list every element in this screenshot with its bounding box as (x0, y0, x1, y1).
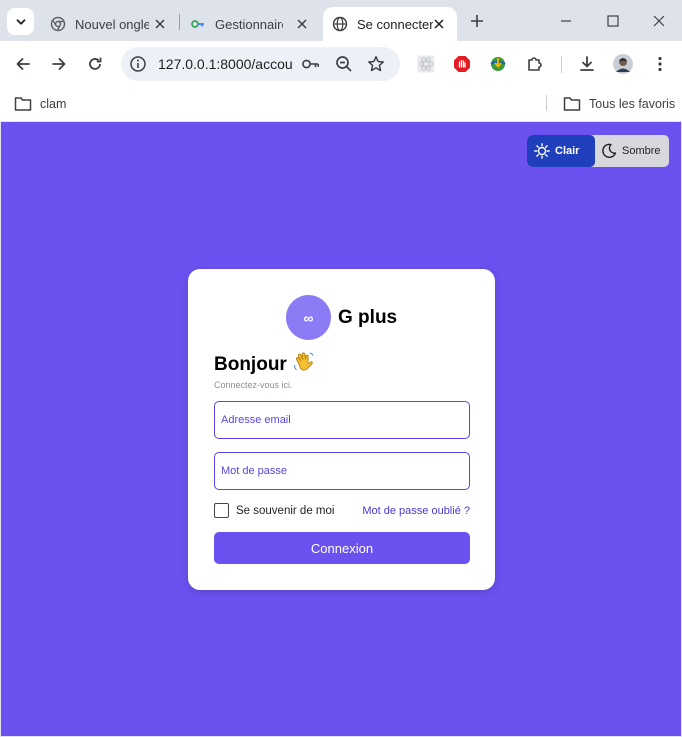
light-theme-button[interactable]: Clair (527, 135, 595, 167)
extensions-puzzle-icon[interactable] (525, 54, 545, 74)
login-button[interactable]: Connexion (214, 532, 470, 564)
address-bar[interactable]: 127.0.0.1:8000/accounts/login/ (121, 47, 400, 81)
subtitle: Connectez-vous ici. (214, 380, 293, 390)
close-icon (653, 15, 665, 27)
brand-name: G plus (338, 306, 398, 328)
remember-me-checkbox[interactable] (214, 503, 229, 518)
folder-icon (563, 97, 581, 111)
browser-toolbar: 127.0.0.1:8000/accounts/login/ (0, 41, 682, 87)
chrome-icon (50, 16, 66, 32)
back-button[interactable] (11, 52, 35, 76)
waving-hand-icon (293, 351, 315, 379)
login-card: ∞ G plus Bonjour Connectez-vous ici. Se … (188, 269, 495, 590)
new-tab-button[interactable] (467, 11, 487, 31)
forgot-password-link[interactable]: Mot de passe oublié ? (362, 505, 470, 517)
bookmarks-bar: clam Tous les favoris (0, 87, 682, 122)
close-window-button[interactable] (649, 11, 669, 31)
login-page: Clair Sombre ∞ G plus Bonjour Connectez-… (1, 122, 681, 736)
bookmark-label: Tous les favoris (589, 97, 676, 111)
download-icon[interactable] (577, 54, 597, 74)
bookmark-star-icon[interactable] (367, 55, 385, 73)
maximize-icon (607, 15, 619, 27)
tab-new-tab[interactable]: Nouvel onglet (40, 7, 178, 41)
reload-icon (89, 57, 102, 70)
tab-title: Nouvel onglet (75, 16, 149, 32)
dark-theme-label: Sombre (622, 145, 661, 157)
brand: ∞ G plus (286, 295, 397, 340)
tab-se-connecter[interactable]: Se connecter (323, 7, 457, 41)
password-input[interactable] (215, 453, 469, 489)
arrow-right-icon (52, 58, 66, 70)
bookmark-folder-all[interactable]: Tous les favoris (563, 94, 675, 114)
tab-gestionnaire[interactable]: Gestionnaire (180, 7, 320, 41)
globe-icon (332, 16, 348, 32)
sun-icon (534, 143, 550, 159)
close-tab-icon[interactable] (294, 16, 310, 32)
bookmark-folder-clam[interactable]: clam (14, 94, 66, 114)
close-tab-icon[interactable] (152, 16, 168, 32)
url-text[interactable]: 127.0.0.1:8000/accounts/login/ (158, 56, 293, 72)
remember-me[interactable]: Se souvenir de moi (214, 503, 334, 518)
maximize-button[interactable] (603, 11, 623, 31)
plus-icon (471, 15, 483, 27)
light-theme-label: Clair (555, 145, 580, 157)
site-info-icon[interactable] (129, 55, 147, 73)
remember-me-label: Se souvenir de moi (236, 504, 335, 517)
tab-search-button[interactable] (7, 8, 34, 35)
password-field (214, 452, 470, 490)
arrow-left-icon (16, 58, 30, 70)
minimize-icon (561, 20, 571, 22)
adblock-extension-icon[interactable] (452, 54, 472, 74)
zoom-icon[interactable] (335, 55, 353, 73)
tab-title: Se connecter (357, 16, 433, 32)
tab-strip: Nouvel onglet Gestionnaire Se connecter (0, 0, 682, 41)
folder-icon (14, 97, 32, 111)
more-menu-icon[interactable] (650, 54, 670, 74)
theme-toggle: Clair Sombre (527, 135, 669, 167)
brand-logo: ∞ (286, 295, 331, 340)
toolbar-separator (561, 56, 562, 73)
key-favicon-icon (190, 16, 206, 32)
password-key-icon[interactable] (302, 55, 320, 73)
greeting-heading: Bonjour (214, 351, 315, 379)
bookmark-label: clam (40, 97, 67, 111)
moon-icon (602, 143, 617, 158)
greeting-text: Bonjour (214, 354, 287, 375)
email-input[interactable] (215, 402, 469, 438)
forward-button[interactable] (47, 52, 71, 76)
chevron-down-icon (16, 18, 25, 25)
dark-theme-button[interactable]: Sombre (595, 135, 669, 167)
tab-title: Gestionnaire (215, 16, 283, 32)
bookmarks-separator (546, 95, 547, 111)
email-field (214, 401, 470, 439)
close-tab-icon[interactable] (431, 16, 447, 32)
download-manager-extension-icon[interactable] (488, 54, 508, 74)
reload-button[interactable] (83, 52, 107, 76)
profile-avatar[interactable] (613, 54, 633, 74)
minimize-button[interactable] (556, 11, 576, 31)
react-devtools-extension-icon[interactable] (416, 54, 436, 74)
